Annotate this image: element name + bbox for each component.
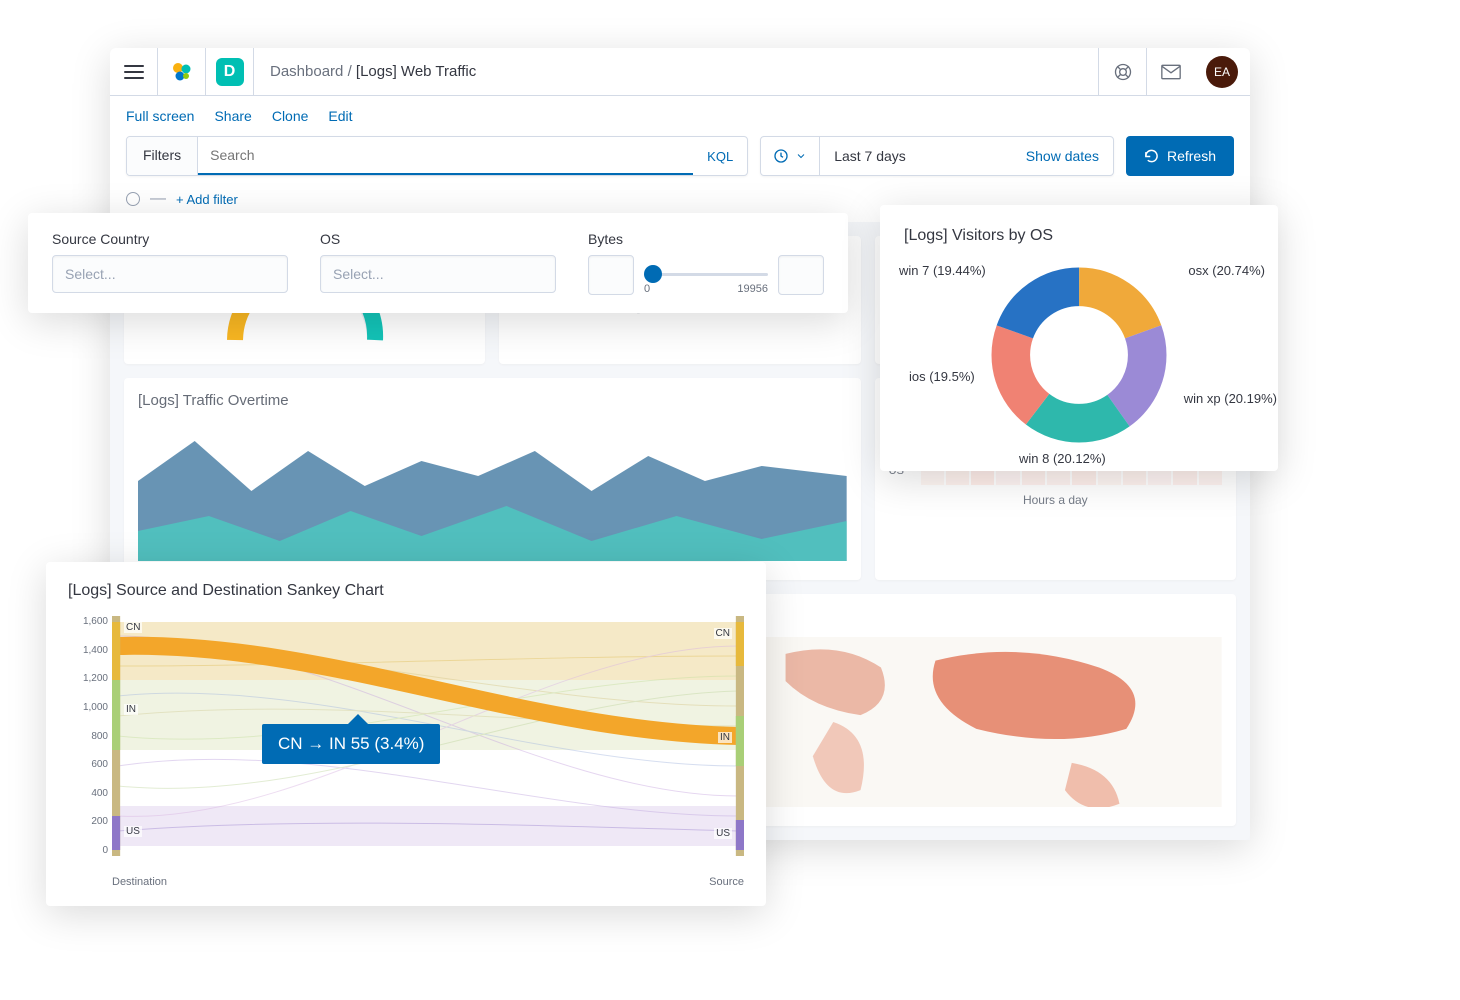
donut-slice-label: ios (19.5%) — [909, 369, 975, 384]
donut-slice-label: win 7 (19.44%) — [899, 263, 986, 278]
hamburger-icon — [124, 65, 144, 79]
sankey-node: CN — [714, 628, 732, 639]
os-field: OS Select... — [320, 231, 556, 295]
sankey-chart: 1,600 1,400 1,200 1,000 800 600 400 200 … — [68, 616, 744, 876]
donut-slice-label: osx (20.74%) — [1188, 263, 1265, 278]
fullscreen-link[interactable]: Full screen — [126, 108, 194, 124]
source-country-select[interactable]: Select... — [52, 255, 288, 293]
chevron-down-icon — [795, 150, 807, 162]
share-link[interactable]: Share — [214, 108, 251, 124]
panel-title: [Logs] Traffic Overtime — [138, 392, 847, 409]
time-quick-toggle[interactable] — [761, 137, 820, 175]
header-right: EA — [1098, 48, 1250, 96]
filter-toggle-icon[interactable] — [126, 192, 140, 206]
dashboard-app-icon: D — [216, 58, 244, 86]
slider-min: 0 — [644, 283, 650, 295]
add-filter-link[interactable]: + Add filter — [176, 192, 238, 207]
time-range[interactable]: Last 7 days Show dates — [820, 137, 1113, 175]
search-input[interactable] — [198, 137, 693, 175]
elastic-logo[interactable] — [158, 48, 206, 96]
show-dates-link[interactable]: Show dates — [1026, 148, 1099, 164]
help-icon[interactable] — [1098, 48, 1146, 96]
sankey-node: US — [124, 826, 142, 837]
refresh-button[interactable]: Refresh — [1126, 136, 1234, 176]
donut-slice-label: win 8 (20.12%) — [1019, 451, 1106, 466]
bytes-field: Bytes 0 19956 — [588, 231, 824, 295]
sankey-dest-label: Destination — [112, 876, 167, 888]
breadcrumb-separator: / — [348, 63, 352, 80]
sankey-title: [Logs] Source and Destination Sankey Cha… — [68, 582, 744, 600]
dashboard-actions: Full screen Share Clone Edit — [110, 96, 1250, 136]
clone-link[interactable]: Clone — [272, 108, 309, 124]
heatmap-xlabel: Hours a day — [889, 493, 1222, 507]
traffic-overtime-panel: [Logs] Traffic Overtime — [124, 378, 861, 580]
donut-chart: win 7 (19.44%) osx (20.74%) win xp (20.1… — [989, 265, 1169, 445]
sankey-tooltip: CN → IN 55 (3.4%) — [262, 724, 440, 764]
os-label: OS — [320, 231, 556, 247]
sankey-node: US — [714, 828, 732, 839]
visitors-by-os-card: [Logs] Visitors by OS win 7 (19.44%) osx… — [880, 205, 1278, 471]
controls-card: Source Country Select... OS Select... By… — [28, 213, 848, 313]
bytes-min-input[interactable] — [588, 255, 634, 295]
sankey-source-label: Source — [709, 876, 744, 888]
donut-title: [Logs] Visitors by OS — [904, 227, 1254, 245]
refresh-label: Refresh — [1167, 148, 1216, 164]
app-header: D Dashboard / [Logs] Web Traffic EA — [110, 48, 1250, 96]
bytes-label: Bytes — [588, 231, 824, 247]
refresh-icon — [1144, 149, 1159, 164]
query-bar: Filters KQL Last 7 days Show dates Refre… — [110, 136, 1250, 184]
sankey-node: CN — [124, 622, 142, 633]
mail-icon[interactable] — [1146, 48, 1194, 96]
sankey-card: [Logs] Source and Destination Sankey Cha… — [46, 562, 766, 906]
sankey-node: IN — [124, 704, 138, 715]
os-select[interactable]: Select... — [320, 255, 556, 293]
filters-button[interactable]: Filters — [127, 137, 198, 175]
bytes-max-input[interactable] — [778, 255, 824, 295]
search-group: Filters KQL — [126, 136, 748, 176]
elastic-logo-icon — [170, 60, 194, 84]
breadcrumb-current: [Logs] Web Traffic — [356, 63, 476, 80]
user-avatar[interactable]: EA — [1206, 56, 1238, 88]
edit-link[interactable]: Edit — [328, 108, 352, 124]
slider-thumb-icon[interactable] — [644, 265, 662, 283]
time-picker[interactable]: Last 7 days Show dates — [760, 136, 1114, 176]
sankey-y-axis: 1,600 1,400 1,200 1,000 800 600 400 200 … — [68, 616, 108, 856]
sankey-node: IN — [718, 732, 732, 743]
bytes-slider[interactable]: 0 19956 — [644, 255, 768, 295]
kql-toggle[interactable]: KQL — [693, 149, 747, 164]
clock-icon — [773, 148, 789, 164]
breadcrumb: Dashboard / [Logs] Web Traffic — [254, 63, 1098, 80]
time-range-label: Last 7 days — [834, 148, 906, 164]
source-country-label: Source Country — [52, 231, 288, 247]
donut-slice-label: win xp (20.19%) — [1184, 391, 1277, 406]
nav-toggle[interactable] — [110, 48, 158, 96]
slider-max: 19956 — [737, 283, 768, 295]
app-switch[interactable]: D — [206, 48, 254, 96]
breadcrumb-root[interactable]: Dashboard — [270, 63, 343, 80]
source-country-field: Source Country Select... — [52, 231, 288, 295]
area-chart — [138, 421, 847, 561]
